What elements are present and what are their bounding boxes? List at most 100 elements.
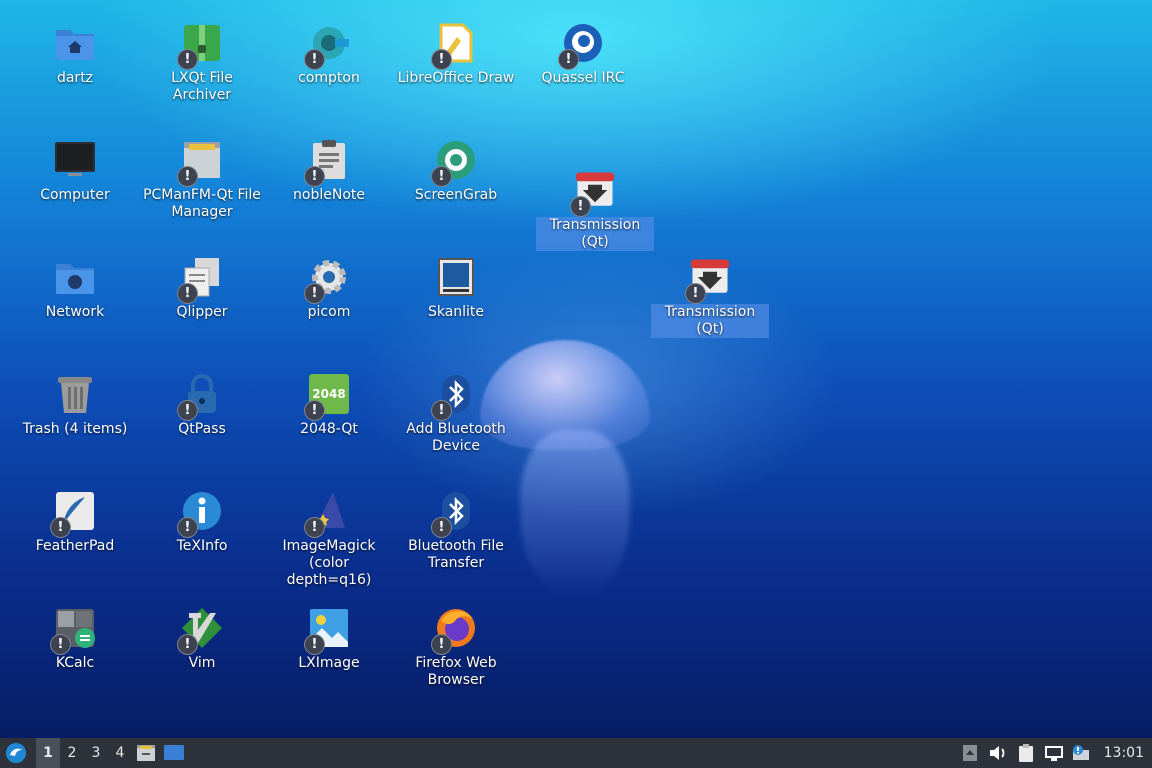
desktop-icon-label: ImageMagick (color depth=q16) [282, 538, 376, 588]
update-notification-icon [1072, 745, 1089, 760]
warning-badge-icon: ! [304, 400, 325, 421]
desktop-icon-noblenote[interactable]: ! nobleNote [270, 139, 388, 204]
desktop-switch-4[interactable]: 4 [108, 745, 132, 761]
info-icon: ! [177, 490, 223, 538]
home-folder-icon [54, 22, 96, 64]
file-manager-icon: ! [177, 139, 223, 187]
desktop-icon-label: TeXInfo [176, 538, 228, 554]
desktop-icon-vim[interactable]: ! Vim [143, 607, 261, 672]
bluetooth-icon: ! [431, 373, 477, 421]
padlock-icon: ! [177, 373, 223, 421]
desktop-icon-texinfo[interactable]: ! TeXInfo [143, 490, 261, 555]
warning-badge-icon: ! [304, 517, 325, 538]
desktop-icon-label: QtPass [178, 421, 226, 437]
desktop-icon-quassel-irc[interactable]: ! Quassel IRC [524, 22, 642, 87]
desktop-icon-featherpad[interactable]: ! FeatherPad [16, 490, 134, 555]
desktop-icon-label: Computer [40, 187, 110, 203]
chevron-up-icon [962, 745, 977, 761]
desktop-icon-libreoffice-draw[interactable]: ! LibreOffice Draw [397, 22, 515, 87]
clipboard-tray-button[interactable] [1012, 738, 1040, 768]
desktop-icon-label: KCalc [55, 655, 95, 671]
desktop-icon-screengrab[interactable]: ! ScreenGrab [397, 139, 515, 204]
warning-badge-icon: ! [685, 283, 706, 304]
desktop-icon-bluetooth-file-transfer[interactable]: ! Bluetooth File Transfer [397, 490, 515, 572]
desktop-switch-1[interactable]: 1 [36, 738, 60, 768]
quassel-icon: ! [558, 22, 604, 70]
update-notifier-button[interactable] [1068, 738, 1096, 768]
desktop-icon-skanlite[interactable]: Skanlite [397, 256, 515, 321]
wizard-hat-icon: ! [304, 490, 350, 538]
desktop-icon-firefox[interactable]: ! Firefox Web Browser [397, 607, 515, 689]
compton-icon: ! [304, 22, 350, 70]
tray-expand-button[interactable] [956, 738, 984, 768]
file-manager-icon [137, 745, 155, 761]
desktop-icon-label: Bluetooth File Transfer [408, 538, 504, 571]
volume-button[interactable] [984, 738, 1012, 768]
start-menu-button[interactable] [4, 741, 28, 765]
desktop-icon-kcalc[interactable]: ! KCalc [16, 607, 134, 672]
system-tray: 13:01 [956, 738, 1152, 768]
warning-badge-icon: ! [177, 166, 198, 187]
desktop-icon-label: PCManFM-Qt File Manager [143, 187, 261, 220]
desktop-icon-lxqt-file-archiver[interactable]: ! LXQt File Archiver [143, 22, 261, 104]
desktop-switch-2[interactable]: 2 [60, 745, 84, 761]
clipboard-icon: ! [177, 256, 223, 304]
warning-badge-icon: ! [558, 49, 579, 70]
desktop-icon-label: Vim [188, 655, 216, 671]
scanner-icon [435, 256, 477, 298]
warning-badge-icon: ! [304, 283, 325, 304]
desktop-icon-label: FeatherPad [35, 538, 115, 554]
desktop-icon-label: Quassel IRC [541, 70, 625, 86]
network-tray-button[interactable] [1040, 738, 1068, 768]
desktop-icon-pcmanfm-qt[interactable]: ! PCManFM-Qt File Manager [143, 139, 261, 221]
desktop-icon-network[interactable]: Network [16, 256, 134, 321]
desktop-icon-qlipper[interactable]: ! Qlipper [143, 256, 261, 321]
warning-badge-icon: ! [431, 517, 452, 538]
desktop-icon-compton[interactable]: ! compton [270, 22, 388, 87]
desktop-icon-label: Add Bluetooth Device [406, 421, 506, 454]
image-viewer-icon: ! [304, 607, 350, 655]
desktop-icon-2048-qt[interactable]: 2048 ! 2048-Qt [270, 373, 388, 438]
archive-icon: ! [177, 22, 223, 70]
desktop-icon-label: LibreOffice Draw [397, 70, 515, 86]
transmission-icon: ! [570, 169, 616, 217]
desktop-icon-label: nobleNote [293, 187, 365, 203]
clipboard-note-icon: ! [304, 139, 350, 187]
quicklaunch-file-manager[interactable] [132, 738, 160, 768]
desktop-icon-dartz[interactable]: dartz [16, 22, 134, 87]
network-wired-icon [1044, 746, 1063, 761]
warning-badge-icon: ! [177, 400, 198, 421]
desktop-icon-picom[interactable]: ! picom [270, 256, 388, 321]
desktop-icon-label: compton [298, 70, 360, 86]
desktop-icon-lximage[interactable]: ! LXImage [270, 607, 388, 672]
bluetooth-icon: ! [431, 490, 477, 538]
desktop-icon-label: ScreenGrab [414, 187, 498, 203]
desktop-icon-transmission-qt-1[interactable]: ! Transmission (Qt) [536, 169, 654, 251]
2048-icon: 2048 ! [304, 373, 350, 421]
feather-icon: ! [50, 490, 96, 538]
transmission-icon: ! [685, 256, 731, 304]
desktop-icon-label: picom [307, 304, 351, 320]
calculator-icon: ! [50, 607, 96, 655]
desktop-icon-label: Transmission (Qt) [651, 304, 769, 338]
desktop-icon-label: Network [45, 304, 105, 320]
warning-badge-icon: ! [570, 196, 591, 217]
vim-icon: ! [177, 607, 223, 655]
network-folder-icon [54, 256, 96, 298]
desktop-icon-label: Qlipper [176, 304, 228, 320]
desktop-icon-transmission-qt-2[interactable]: ! Transmission (Qt) [651, 256, 769, 338]
clock[interactable]: 13:01 [1096, 745, 1152, 761]
desktop-icon-imagemagick[interactable]: ! ImageMagick (color depth=q16) [270, 490, 388, 589]
desktop-icon-label: LXImage [298, 655, 360, 671]
desktop-switch-3[interactable]: 3 [84, 745, 108, 761]
desktop-icon-label: Skanlite [427, 304, 485, 320]
quicklaunch-show-desktop[interactable] [160, 738, 188, 768]
warning-badge-icon: ! [431, 634, 452, 655]
warning-badge-icon: ! [177, 283, 198, 304]
wallpaper-jellyfish-tentacles [520, 430, 630, 600]
desktop-icon-label: dartz [56, 70, 94, 86]
desktop-icon-add-bluetooth-device[interactable]: ! Add Bluetooth Device [397, 373, 515, 455]
desktop-icon-computer[interactable]: Computer [16, 139, 134, 204]
desktop-icon-trash[interactable]: Trash (4 items) [16, 373, 134, 438]
desktop-icon-qtpass[interactable]: ! QtPass [143, 373, 261, 438]
